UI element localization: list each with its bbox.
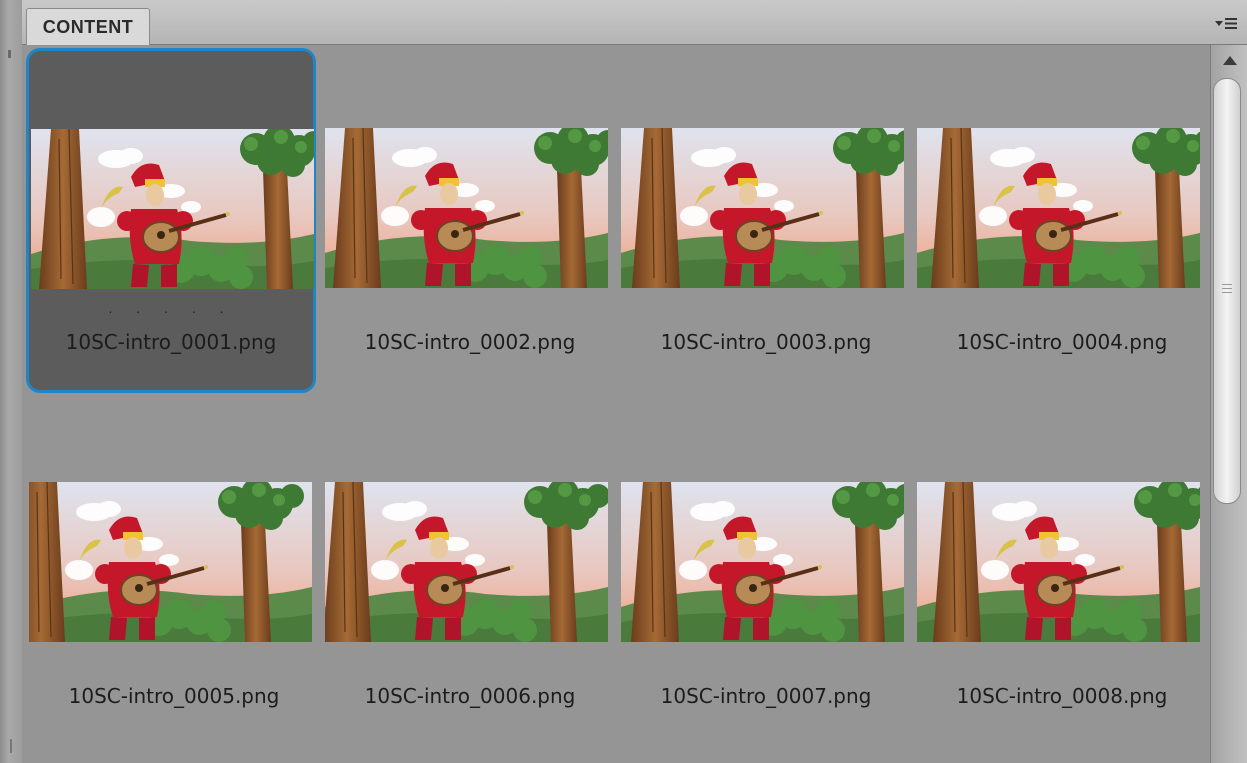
dock-resize-grip[interactable]	[10, 739, 12, 753]
panel-menu-icon[interactable]	[1213, 12, 1239, 34]
thumbnail-image	[621, 482, 904, 642]
thumbnail-item[interactable]: 10SC-intro_0005.png	[29, 402, 319, 747]
thumbnail-filename: 10SC-intro_0001.png	[65, 330, 277, 354]
rating-dots[interactable]: . . . . .	[26, 300, 316, 316]
thumbnail-item[interactable]: 10SC-intro_0003.png	[621, 48, 911, 393]
thumbnail-item[interactable]: 10SC-intro_0004.png	[917, 48, 1207, 393]
grip-lines-icon	[1222, 284, 1232, 293]
arrow-up-icon	[1222, 55, 1237, 65]
dropdown-triangle-icon	[1215, 20, 1223, 26]
thumbnail-image	[325, 482, 608, 642]
panel-tab-bar: CONTENT	[22, 0, 1247, 45]
thumbnail-filename: 10SC-intro_0007.png	[660, 684, 872, 708]
thumbnail-item[interactable]: 10SC-intro_0002.png	[325, 48, 615, 393]
thumbnail-image	[917, 128, 1200, 288]
thumbnail-image	[621, 128, 904, 288]
thumbnail-grid: . . . . . 10SC-intro_0001.png 10SC-intro…	[22, 45, 1210, 763]
thumbnail-image	[325, 128, 608, 288]
vertical-scrollbar[interactable]	[1210, 45, 1247, 763]
tab-content[interactable]: CONTENT	[26, 8, 150, 45]
thumbnail-image	[31, 129, 314, 289]
thumbnail-item[interactable]: 10SC-intro_0006.png	[325, 402, 615, 747]
scrollbar-thumb[interactable]	[1213, 78, 1241, 504]
thumbnail-image	[917, 482, 1200, 642]
thumbnail-item[interactable]: 10SC-intro_0007.png	[621, 402, 911, 747]
thumbnail-item[interactable]: . . . . . 10SC-intro_0001.png	[26, 48, 316, 393]
thumbnail-filename: 10SC-intro_0003.png	[660, 330, 872, 354]
scroll-up-button[interactable]	[1211, 45, 1247, 75]
thumbnail-filename: 10SC-intro_0004.png	[956, 330, 1168, 354]
thumbnail-filename: 10SC-intro_0008.png	[956, 684, 1168, 708]
thumbnail-filename: 10SC-intro_0005.png	[68, 684, 280, 708]
thumbnail-filename: 10SC-intro_0006.png	[364, 684, 576, 708]
thumbnail-filename: 10SC-intro_0002.png	[364, 330, 576, 354]
panel-dock-edge[interactable]	[0, 0, 23, 763]
thumbnail-item[interactable]: 10SC-intro_0008.png	[917, 402, 1207, 747]
thumbnail-image	[29, 482, 312, 642]
list-lines-icon	[1225, 17, 1237, 29]
dock-collapse-grip[interactable]	[8, 50, 11, 58]
content-panel: CONTENT . . . . . 10SC-intro_0001.png 10…	[22, 0, 1247, 763]
